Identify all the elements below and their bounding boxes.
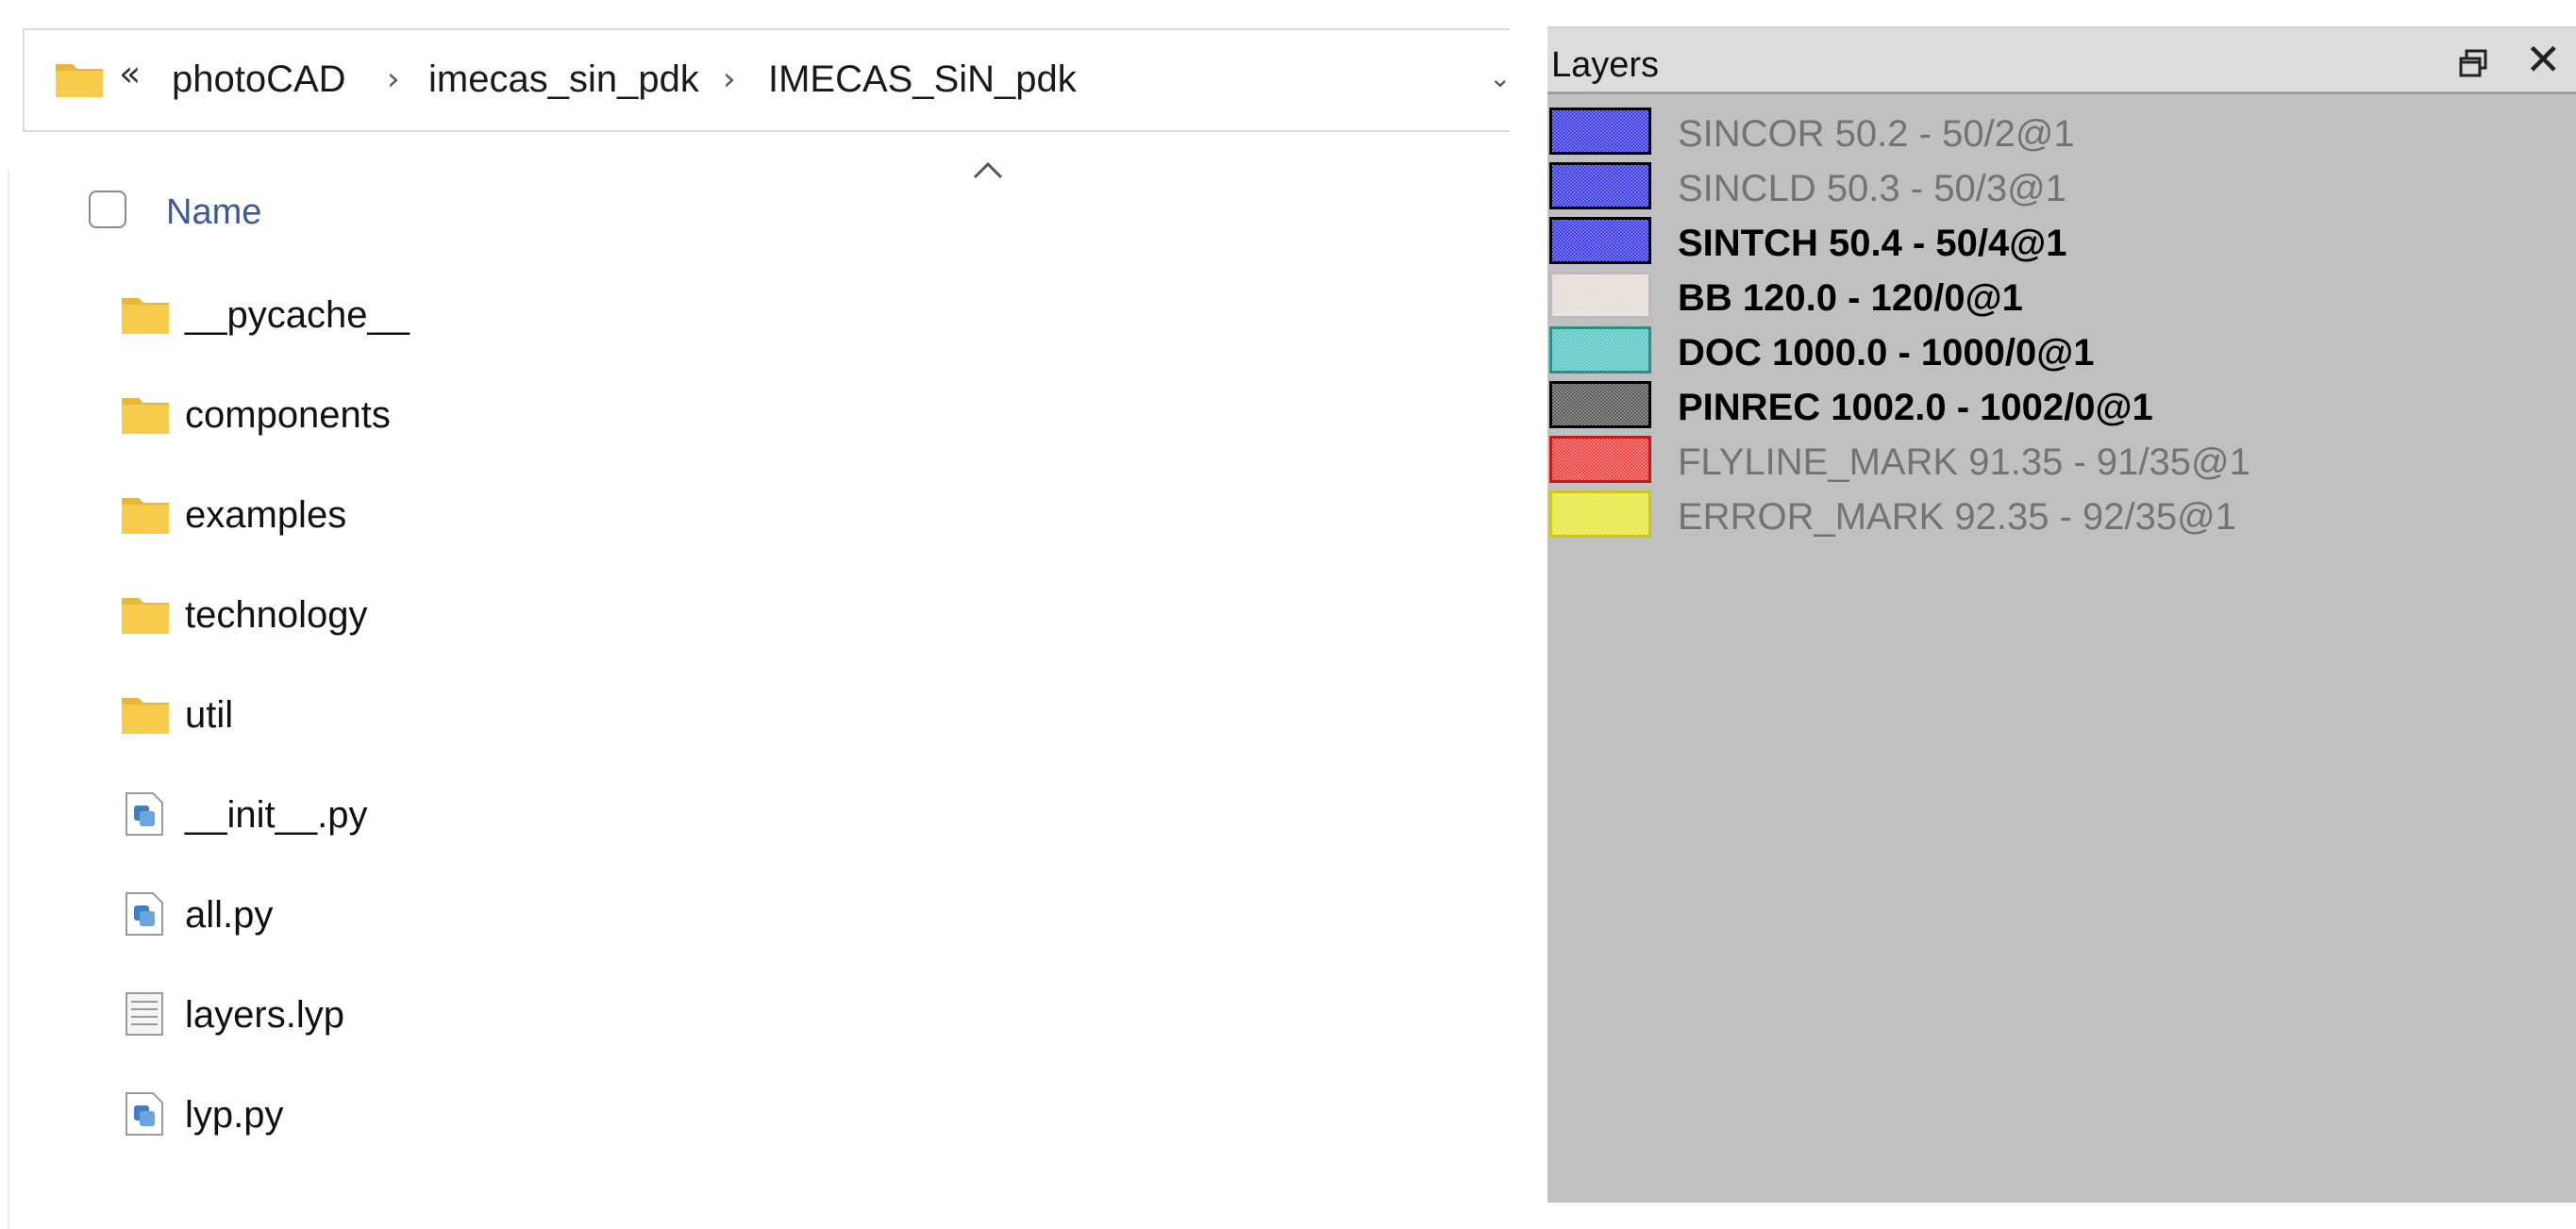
layer-row[interactable]: ERROR_MARK 92.35 - 92/35@1 [1547, 489, 2576, 543]
list-item[interactable]: __pycache__ [121, 283, 1253, 349]
layer-name: FLYLINE_MARK 91.35 - 91/35@1 [1678, 441, 2250, 483]
layer-row[interactable]: SINCLD 50.3 - 50/3@1 [1547, 160, 2576, 215]
layer-name: SINCOR 50.2 - 50/2@1 [1678, 113, 2075, 155]
layer-swatch[interactable] [1549, 217, 1651, 264]
close-icon[interactable]: ✕ [2525, 38, 2562, 81]
folder-icon [56, 64, 103, 97]
text-file-icon [125, 992, 163, 1036]
layer-swatch[interactable] [1549, 381, 1651, 428]
layer-row[interactable]: PINREC 1002.0 - 1002/0@1 [1547, 379, 2576, 434]
sort-ascending-icon[interactable] [972, 158, 1004, 181]
list-item[interactable]: __init__.py [121, 783, 1253, 849]
folder-icon [122, 698, 169, 734]
select-all-checkbox[interactable] [89, 191, 126, 228]
file-name: lyp.py [185, 1094, 284, 1136]
breadcrumb-item[interactable]: IMECAS_SiN_pdk [768, 58, 1077, 101]
file-name: technology [185, 594, 368, 636]
list-item[interactable]: lyp.py [121, 1083, 1253, 1149]
layer-name: BB 120.0 - 120/0@1 [1678, 277, 2023, 319]
list-item[interactable]: components [121, 383, 1253, 449]
layer-swatch[interactable] [1549, 326, 1651, 374]
layer-row[interactable]: SINCOR 50.2 - 50/2@1 [1547, 106, 2576, 160]
panel-title: Layers [1551, 45, 1660, 85]
layer-name: SINCLD 50.3 - 50/3@1 [1678, 168, 2066, 209]
folder-icon [122, 298, 169, 334]
file-name: __pycache__ [185, 294, 410, 336]
file-name: components [185, 394, 391, 436]
folder-icon [122, 398, 169, 434]
layer-swatch[interactable] [1549, 490, 1651, 538]
layer-swatch[interactable] [1549, 436, 1651, 483]
folder-icon [122, 598, 169, 634]
folder-icon [122, 498, 169, 534]
layer-name: ERROR_MARK 92.35 - 92/35@1 [1678, 496, 2236, 538]
layer-row[interactable]: FLYLINE_MARK 91.35 - 91/35@1 [1547, 434, 2576, 489]
column-header-name[interactable]: Name [166, 192, 261, 233]
file-name: util [185, 694, 234, 736]
list-item[interactable]: all.py [121, 883, 1253, 949]
file-name: __init__.py [185, 794, 368, 836]
layers-panel: Layers ✕ SINCOR 50.2 - 50/2@1 SINCLD 50.… [1547, 26, 2576, 1203]
address-bar[interactable]: « photoCAD › imecas_sin_pdk › IMECAS_SiN… [23, 28, 1511, 132]
list-item[interactable]: layers.lyp [121, 983, 1253, 1049]
file-explorer: « photoCAD › imecas_sin_pdk › IMECAS_SiN… [0, 0, 1511, 1229]
layer-swatch[interactable] [1549, 108, 1651, 155]
layer-swatch[interactable] [1549, 162, 1651, 209]
column-header-row: Name [89, 189, 1032, 236]
layer-row[interactable]: SINTCH 50.4 - 50/4@1 [1547, 215, 2576, 270]
breadcrumb-overflow-button[interactable]: « [119, 53, 141, 94]
layer-row[interactable]: BB 120.0 - 120/0@1 [1547, 270, 2576, 324]
file-name: examples [185, 494, 347, 536]
python-file-icon [125, 892, 163, 936]
pane-border [8, 170, 9, 1229]
list-item[interactable]: examples [121, 483, 1253, 549]
breadcrumb-separator[interactable]: › [723, 60, 736, 98]
list-item[interactable]: util [121, 683, 1253, 749]
layer-name: PINREC 1002.0 - 1002/0@1 [1678, 387, 2153, 428]
breadcrumb-separator[interactable]: › [387, 60, 400, 98]
layer-name: DOC 1000.0 - 1000/0@1 [1678, 332, 2095, 374]
breadcrumb-item[interactable]: photoCAD [172, 58, 346, 101]
layer-row[interactable]: DOC 1000.0 - 1000/0@1 [1547, 324, 2576, 379]
python-file-icon [125, 792, 163, 836]
layer-swatch[interactable] [1549, 272, 1651, 319]
layers-panel-titlebar[interactable]: Layers ✕ [1547, 26, 2576, 94]
float-window-icon[interactable] [2457, 47, 2489, 79]
chevron-down-icon[interactable]: ⌄ [1489, 62, 1514, 94]
file-name: all.py [185, 894, 274, 936]
python-file-icon [125, 1092, 163, 1136]
layer-name: SINTCH 50.4 - 50/4@1 [1678, 223, 2067, 264]
breadcrumb-item[interactable]: imecas_sin_pdk [428, 58, 699, 101]
file-name: layers.lyp [185, 994, 344, 1036]
list-item[interactable]: technology [121, 583, 1253, 649]
